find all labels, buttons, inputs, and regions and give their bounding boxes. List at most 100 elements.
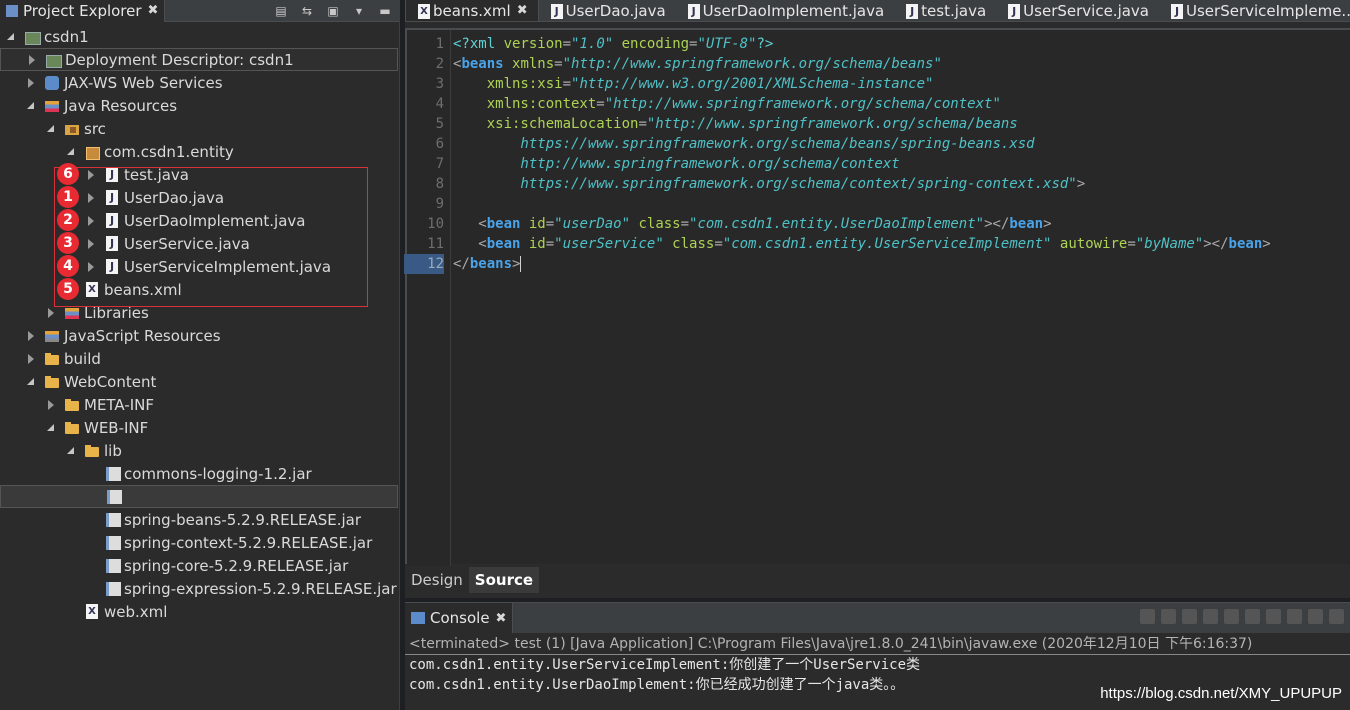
remove-all-icon[interactable] <box>1182 609 1197 624</box>
close-icon[interactable]: ✖ <box>496 611 507 626</box>
editor-tab[interactable]: UserDao.java <box>539 0 676 21</box>
collapsed-arrow-icon[interactable] <box>46 307 56 318</box>
tree-item[interactable]: lib <box>0 439 398 462</box>
tab-source[interactable]: Source <box>468 567 540 593</box>
close-icon[interactable]: ✖ <box>517 3 528 18</box>
collapsed-arrow-icon[interactable] <box>46 399 56 410</box>
code-line[interactable]: </beans> <box>453 254 522 274</box>
collapsed-arrow-icon[interactable] <box>86 261 96 272</box>
tree-item[interactable]: META-INF <box>0 393 398 416</box>
annotation-badge: 2 <box>57 209 79 231</box>
editor-tab[interactable]: UserService.java <box>996 0 1159 21</box>
code-editor[interactable]: 1 2 3 4 5 6 7 8 9 10 11 12 <?xml version="1.0" enco… <box>404 28 1350 566</box>
tree-item[interactable]: WebContent <box>0 370 398 393</box>
expanded-arrow-icon[interactable] <box>46 423 56 433</box>
tree-item[interactable]: com.csdn1.entity <box>0 140 398 163</box>
code-line[interactable]: https://www.springframework.org/schema/b… <box>453 134 1034 154</box>
tree-item[interactable]: Deployment Descriptor: csdn1 <box>0 48 398 71</box>
tree-item[interactable] <box>0 485 398 508</box>
tree-item[interactable]: csdn1 <box>0 25 398 48</box>
collapse-all-icon[interactable]: ▤ <box>273 4 289 18</box>
code-token: version <box>503 36 563 52</box>
clear-console-icon[interactable] <box>1203 609 1218 624</box>
code-token: > <box>1076 176 1086 192</box>
code-token: > <box>512 256 521 272</box>
show-on-output-icon[interactable] <box>1266 609 1281 624</box>
tree-item[interactable]: Libraries <box>0 301 398 324</box>
xml-file-icon <box>84 281 100 298</box>
tree-item[interactable]: WEB-INF <box>0 416 398 439</box>
editor-panel: beans.xml ✖ UserDao.java UserDaoImplement.j… <box>404 0 1350 598</box>
remove-launch-icon[interactable] <box>1161 609 1176 624</box>
editor-tab[interactable]: beans.xml ✖ <box>405 0 539 21</box>
tab-project-explorer[interactable]: Project Explorer ✖ <box>0 0 166 22</box>
expanded-arrow-icon[interactable] <box>66 446 76 456</box>
jar-icon <box>104 558 121 574</box>
code-line[interactable]: xmlns:xsi="http://www.w3.org/2001/XMLSch… <box>453 74 934 94</box>
tree-item[interactable]: commons-logging-1.2.jar <box>0 462 398 485</box>
code-line[interactable]: xsi:schemaLocation="http://www.springfra… <box>453 114 1018 134</box>
tree-item[interactable]: src <box>0 117 398 140</box>
tree-item-label: spring-core-5.2.9.RELEASE.jar <box>124 556 349 575</box>
expanded-arrow-icon[interactable] <box>46 124 56 134</box>
tree-item[interactable]: JAX-WS Web Services <box>0 71 398 94</box>
editor-tab-label: test.java <box>921 1 987 20</box>
code-line[interactable]: <bean id="userService" class="com.csdn1.… <box>453 234 1270 254</box>
collapsed-arrow-icon[interactable] <box>26 77 36 88</box>
expanded-arrow-icon[interactable] <box>6 32 16 42</box>
line-number-gutter: 1 2 3 4 5 6 7 8 9 10 11 12 <box>404 30 451 566</box>
line-number: 5 <box>435 116 444 132</box>
editor-tab[interactable]: UserServiceImpleme... <box>1159 0 1350 21</box>
code-line[interactable]: http://www.springframework.org/schema/co… <box>453 154 899 174</box>
code-token: encoding <box>613 36 690 52</box>
tree-item[interactable]: build <box>0 347 398 370</box>
collapsed-arrow-icon[interactable] <box>86 238 96 249</box>
link-with-editor-icon[interactable]: ⇆ <box>299 4 315 18</box>
tree-item[interactable]: spring-beans-5.2.9.RELEASE.jar <box>0 508 398 531</box>
code-line[interactable]: <?xml version="1.0" encoding="UTF-8"?> <box>453 34 773 54</box>
tab-design[interactable]: Design <box>405 567 469 593</box>
tree-item[interactable]: spring-core-5.2.9.RELEASE.jar <box>0 554 398 577</box>
code-line[interactable]: <beans xmlns="http://www.springframework… <box>453 54 942 74</box>
expanded-arrow-icon[interactable] <box>66 147 76 157</box>
collapsed-arrow-icon <box>66 607 76 617</box>
display-console-icon[interactable] <box>1329 609 1344 624</box>
java-resources-icon <box>44 98 60 114</box>
chevron-down-icon[interactable]: ▾ <box>351 4 367 18</box>
tree-item[interactable]: spring-context-5.2.9.RELEASE.jar <box>0 531 398 554</box>
expanded-arrow-icon[interactable] <box>26 101 36 111</box>
tree-item[interactable]: Java Resources <box>0 94 398 117</box>
code-token: < <box>453 236 487 252</box>
expanded-arrow-icon[interactable] <box>26 377 36 387</box>
tree-item[interactable]: JavaScript Resources <box>0 324 398 347</box>
code-token: </ <box>453 256 470 272</box>
minimize-icon[interactable]: ▬ <box>377 4 393 18</box>
close-icon[interactable]: ✖ <box>148 3 159 18</box>
collapsed-arrow-icon[interactable] <box>26 330 36 341</box>
code-token: beans <box>461 56 504 72</box>
pin-console-icon[interactable] <box>1308 609 1323 624</box>
editor-tab[interactable]: test.java <box>894 0 996 21</box>
tree-item[interactable]: spring-expression-5.2.9.RELEASE.jar <box>0 577 398 600</box>
code-line[interactable]: https://www.springframework.org/schema/c… <box>453 174 1085 194</box>
editor-tab-label: UserDaoImplement.java <box>702 1 885 20</box>
code-line[interactable]: xmlns:context="http://www.springframewor… <box>453 94 1001 114</box>
terminate-icon[interactable] <box>1140 609 1155 624</box>
code-token: "http://www.springframework.org/schema/b… <box>646 116 1018 132</box>
show-on-error-icon[interactable] <box>1287 609 1302 624</box>
scroll-lock-icon[interactable] <box>1224 609 1239 624</box>
collapsed-arrow-icon[interactable] <box>86 192 96 203</box>
editor-tab[interactable]: UserDaoImplement.java <box>676 0 895 21</box>
tree-item[interactable]: web.xml <box>0 600 398 623</box>
tab-console[interactable]: Console ✖ <box>405 603 514 633</box>
folder-icon <box>44 351 60 367</box>
code-line[interactable]: <bean id="userDao" class="com.csdn1.enti… <box>453 214 1051 234</box>
java-file-icon <box>904 3 919 19</box>
collapsed-arrow-icon[interactable] <box>86 215 96 226</box>
collapsed-arrow-icon[interactable] <box>26 353 36 364</box>
code-token: = <box>1127 236 1136 252</box>
collapsed-arrow-icon[interactable] <box>27 54 37 65</box>
word-wrap-icon[interactable] <box>1245 609 1260 624</box>
collapsed-arrow-icon[interactable] <box>86 169 96 180</box>
view-menu-icon[interactable]: ▣ <box>325 4 341 18</box>
